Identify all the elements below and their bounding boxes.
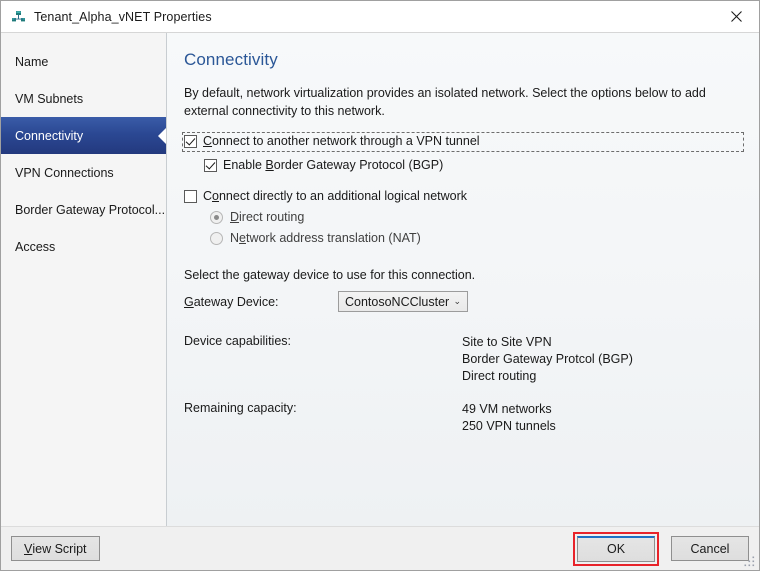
close-icon[interactable] [713,1,759,31]
info-value: 49 VM networks [462,402,552,416]
checkbox-vpn-tunnel[interactable] [184,135,197,148]
checkbox-row-vpn-tunnel[interactable]: Connect to another network through a VPN… [182,132,744,152]
checkbox-bgp[interactable] [204,159,217,172]
gateway-device-row: Gateway Device: ContosoNCCluster ⌄ [184,291,745,312]
info-value: Direct routing [462,369,537,383]
title-bar: Tenant_Alpha_vNET Properties [1,1,759,32]
accel-char: D [230,210,240,224]
radio-row-nat[interactable]: Network address translation (NAT) [210,231,745,246]
info-key: Device capabilities: [184,334,291,348]
checkbox-label-vpn-tunnel: Connect to another network through a VPN… [203,134,480,148]
checkbox-label-bgp: Enable Border Gateway Protocol (BGP) [223,158,444,172]
properties-dialog: Tenant_Alpha_vNET Properties Name VM Sub… [0,0,760,571]
network-node-icon [12,11,25,22]
radio-nat[interactable] [210,232,223,245]
radio-label-direct-routing: Direct routing [230,210,305,224]
chevron-down-icon: ⌄ [453,296,461,306]
accel-char: e [239,231,246,245]
sidebar-item-label: VM Subnets [15,91,84,106]
content-panel: Connectivity By default, network virtual… [167,33,759,526]
sidebar-nav: Name VM Subnets Connectivity VPN Connect… [1,33,167,526]
radio-label-nat: Network address translation (NAT) [230,231,421,245]
device-info-table: Device capabilities: Site to Site VPN Bo… [184,334,745,435]
info-row-device-capabilities: Device capabilities: Site to Site VPN Bo… [184,334,745,385]
sidebar-item-label: Name [15,54,49,69]
chevron-left-icon [158,127,166,144]
view-script-button[interactable]: View Script [11,536,100,561]
info-value: 250 VPN tunnels [462,419,556,433]
info-key: Remaining capacity: [184,401,297,415]
checkbox-logical-network[interactable] [184,190,197,203]
info-values: 49 VM networks 250 VPN tunnels [462,401,556,435]
accel-char: B [265,158,274,172]
info-value: Site to Site VPN [462,335,552,349]
sidebar-item-name[interactable]: Name [1,43,166,80]
accel-char: G [184,294,194,309]
sidebar-item-vpn-connections[interactable]: VPN Connections [1,154,166,191]
ok-button[interactable]: OK [577,535,655,562]
window-title: Tenant_Alpha_vNET Properties [34,9,212,24]
resize-grip-icon[interactable] [743,555,756,568]
accel-char: o [212,189,219,203]
intro-description: By default, network virtualization provi… [184,86,706,118]
radio-direct-routing[interactable] [210,211,223,224]
sidebar-item-access[interactable]: Access [1,228,166,265]
cancel-button[interactable]: Cancel [671,536,749,561]
checkbox-row-bgp[interactable]: Enable Border Gateway Protocol (BGP) [204,158,745,173]
close-glyph [730,10,742,22]
checkbox-row-logical-network[interactable]: Connect directly to an additional logica… [184,189,745,204]
info-values: Site to Site VPN Border Gateway Protcol … [462,334,633,385]
ok-button-highlight: OK [573,531,659,566]
gateway-device-value: ContosoNCCluster [345,294,450,309]
sidebar-item-label: VPN Connections [15,165,114,180]
sidebar-item-vm-subnets[interactable]: VM Subnets [1,80,166,117]
accel-char: V [24,541,33,556]
sidebar-item-label: Border Gateway Protocol... [15,202,166,217]
checkbox-label-logical-network: Connect directly to an additional logica… [203,189,468,203]
primary-actions: OK Cancel [573,531,749,566]
page-title: Connectivity [184,50,278,69]
gateway-device-label: Gateway Device: [184,294,279,309]
dialog-body: Name VM Subnets Connectivity VPN Connect… [1,32,759,526]
sidebar-item-label: Connectivity [15,128,84,143]
sidebar-item-border-gateway-protocol[interactable]: Border Gateway Protocol... [1,191,166,228]
gateway-device-select[interactable]: ContosoNCCluster ⌄ [338,291,468,312]
radio-row-direct-routing[interactable]: Direct routing [210,210,745,225]
dialog-footer: View Script OK Cancel [1,526,759,570]
sidebar-item-label: Access [15,239,56,254]
info-row-remaining-capacity: Remaining capacity: 49 VM networks 250 V… [184,401,745,435]
sidebar-item-connectivity[interactable]: Connectivity [1,117,166,154]
gateway-instruction: Select the gateway device to use for thi… [184,268,476,282]
accel-char: C [203,134,213,148]
info-value: Border Gateway Protcol (BGP) [462,352,633,366]
